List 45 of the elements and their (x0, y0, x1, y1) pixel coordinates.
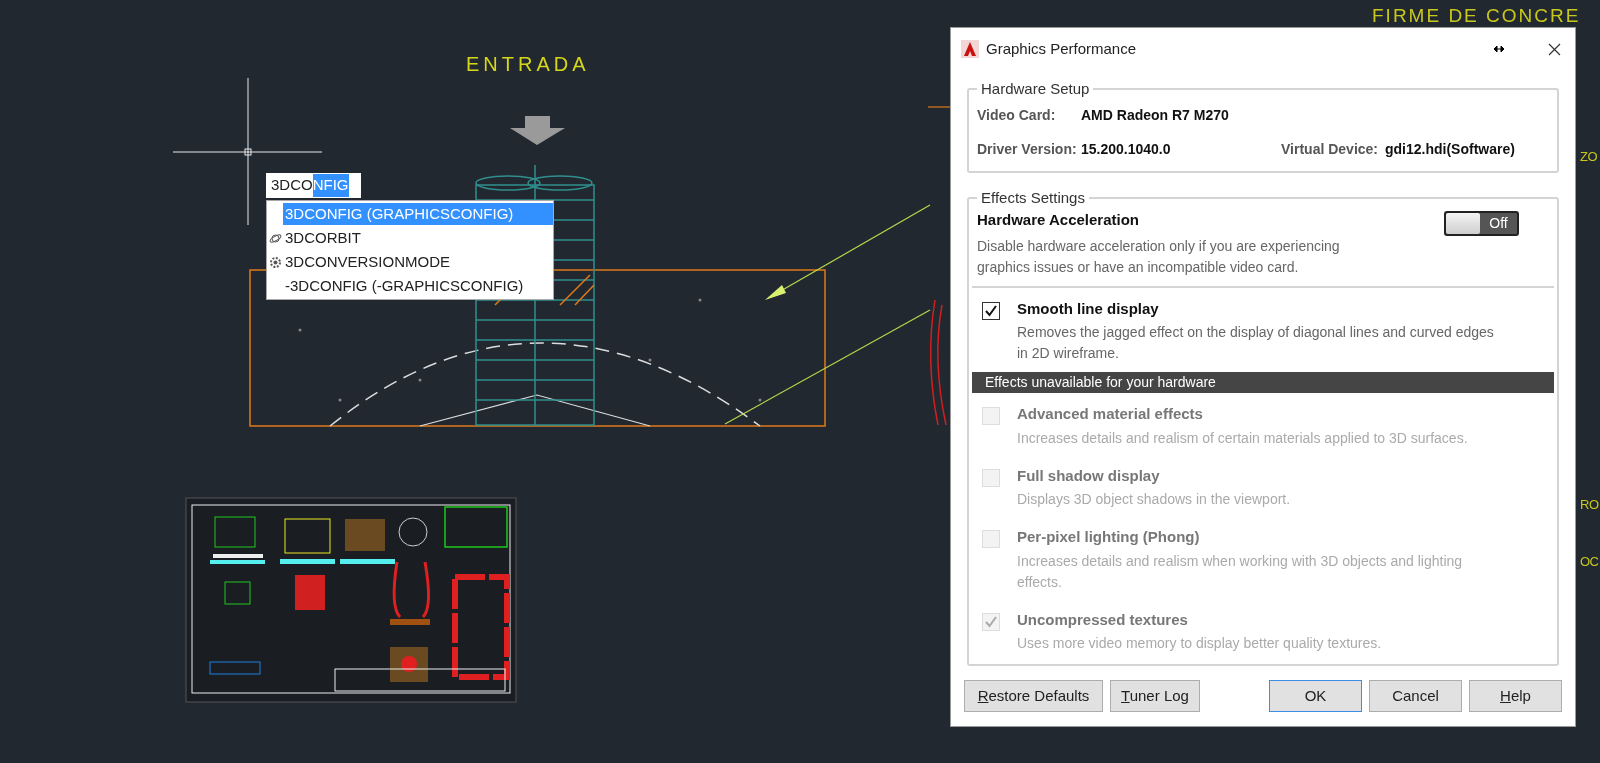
dialog-button[interactable]: Tuner Log (1110, 680, 1200, 712)
option-description: Removes the jagged effect on the display of diagonal lines and curved edges in 2D wireframe. (1017, 323, 1495, 363)
close-icon[interactable] (1548, 42, 1561, 56)
setting-title: Hardware Acceleration (977, 210, 1140, 230)
drawing-label: ENTRADA (466, 54, 590, 74)
section-header: Effects unavailable for your hardware (972, 372, 1554, 393)
option-description: Uses more video memory to display better quality textures. (1017, 634, 1383, 653)
drawing-label: OC (1580, 555, 1599, 568)
field-label: Video Card: (977, 106, 1057, 125)
dialog-button[interactable]: OK (1269, 680, 1362, 712)
suggestion-item[interactable]: 3DCORBIT (283, 227, 553, 249)
option-description: Increases details and realism when working with 3D objects and lighting effects. (1017, 551, 1464, 592)
suggestion-item[interactable]: -3DCONFIG (-GRAPHICSCONFIG) (283, 275, 553, 297)
option-label: Per-pixel lighting (Phong) (1017, 527, 1201, 547)
option-label: Advanced material effects (1017, 404, 1204, 424)
group-title: Hardware Setup (980, 79, 1091, 99)
group-title: Effects Settings (980, 187, 1086, 208)
option-label: Uncompressed textures (1017, 609, 1189, 630)
option-label: Full shadow display (1017, 465, 1161, 486)
option-description: Increases details and realism of certain materials applied to 3D surfaces. (1017, 428, 1469, 448)
dialog-button[interactable]: Cancel (1369, 680, 1462, 712)
resize-cursor-icon (1494, 46, 1504, 52)
checkbox[interactable] (982, 301, 1000, 320)
drawing-label: ZO (1580, 150, 1598, 163)
field-value: gdi12.hdi(Software) (1385, 140, 1516, 159)
dialog-button[interactable]: Restore Defaults (964, 680, 1103, 712)
dialog-button[interactable]: Help (1469, 680, 1562, 712)
command-input-field[interactable]: 3DCONFIG (266, 173, 361, 198)
toggle-switch[interactable]: Off (1444, 211, 1519, 236)
outline-line (927, 106, 951, 108)
field-value: 15.200.1040.0 (1081, 140, 1172, 159)
option-label: Smooth line display (1017, 298, 1160, 319)
field-label: Driver Version: (977, 140, 1078, 159)
orbit-icon (268, 231, 282, 245)
suggestion-item[interactable]: 3DCONVERSIONMODE (283, 251, 553, 273)
window-title: Graphics Performance (986, 38, 1137, 59)
field-value: AMD Radeon R7 M270 (1081, 106, 1230, 125)
down-arrow-icon (510, 116, 565, 145)
drawing-label: FIRME DE CONCRE (1372, 6, 1581, 26)
gear-icon (268, 255, 282, 269)
app-logo-icon (961, 40, 979, 58)
drawing-label: RO (1580, 498, 1599, 511)
option-description: Displays 3D object shadows in the viewport. (1017, 490, 1292, 509)
setting-description: Disable hardware acceleration only if you are experiencing graphics issues or have an incompatible video card. (977, 236, 1341, 277)
field-label: Virtual Device: (1281, 140, 1379, 159)
